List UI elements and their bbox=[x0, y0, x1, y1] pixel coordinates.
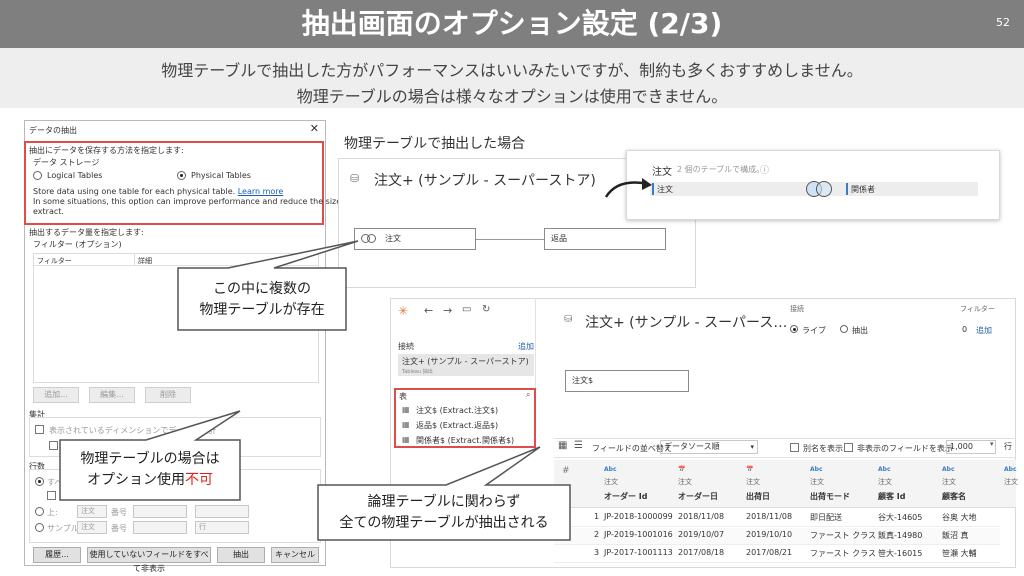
curved-arrow bbox=[604, 181, 649, 198]
arrow-head-icon bbox=[642, 178, 652, 190]
callout-3-line-1: 論理テーブルに関わらず bbox=[367, 494, 521, 510]
callout-1-line-1: この中に複数の bbox=[213, 281, 311, 297]
callout-3-text: 論理テーブルに関わらず 全ての物理テーブルが抽出される bbox=[318, 492, 570, 534]
callout-3-line-2: 全ての物理テーブルが抽出される bbox=[339, 515, 549, 531]
callout-2-line-2-pre: オプション使用 bbox=[87, 472, 185, 488]
callout-2-line-1: 物理テーブルの場合は bbox=[80, 451, 220, 467]
callout-2-red-text: 不可 bbox=[185, 472, 213, 488]
callout-1-text: この中に複数の 物理テーブルが存在 bbox=[178, 279, 346, 321]
callout-1-line-2: 物理テーブルが存在 bbox=[199, 302, 325, 318]
callout-2-line-2: オプション使用不可 bbox=[60, 470, 240, 491]
callout-2-text: 物理テーブルの場合は オプション使用不可 bbox=[60, 449, 240, 491]
